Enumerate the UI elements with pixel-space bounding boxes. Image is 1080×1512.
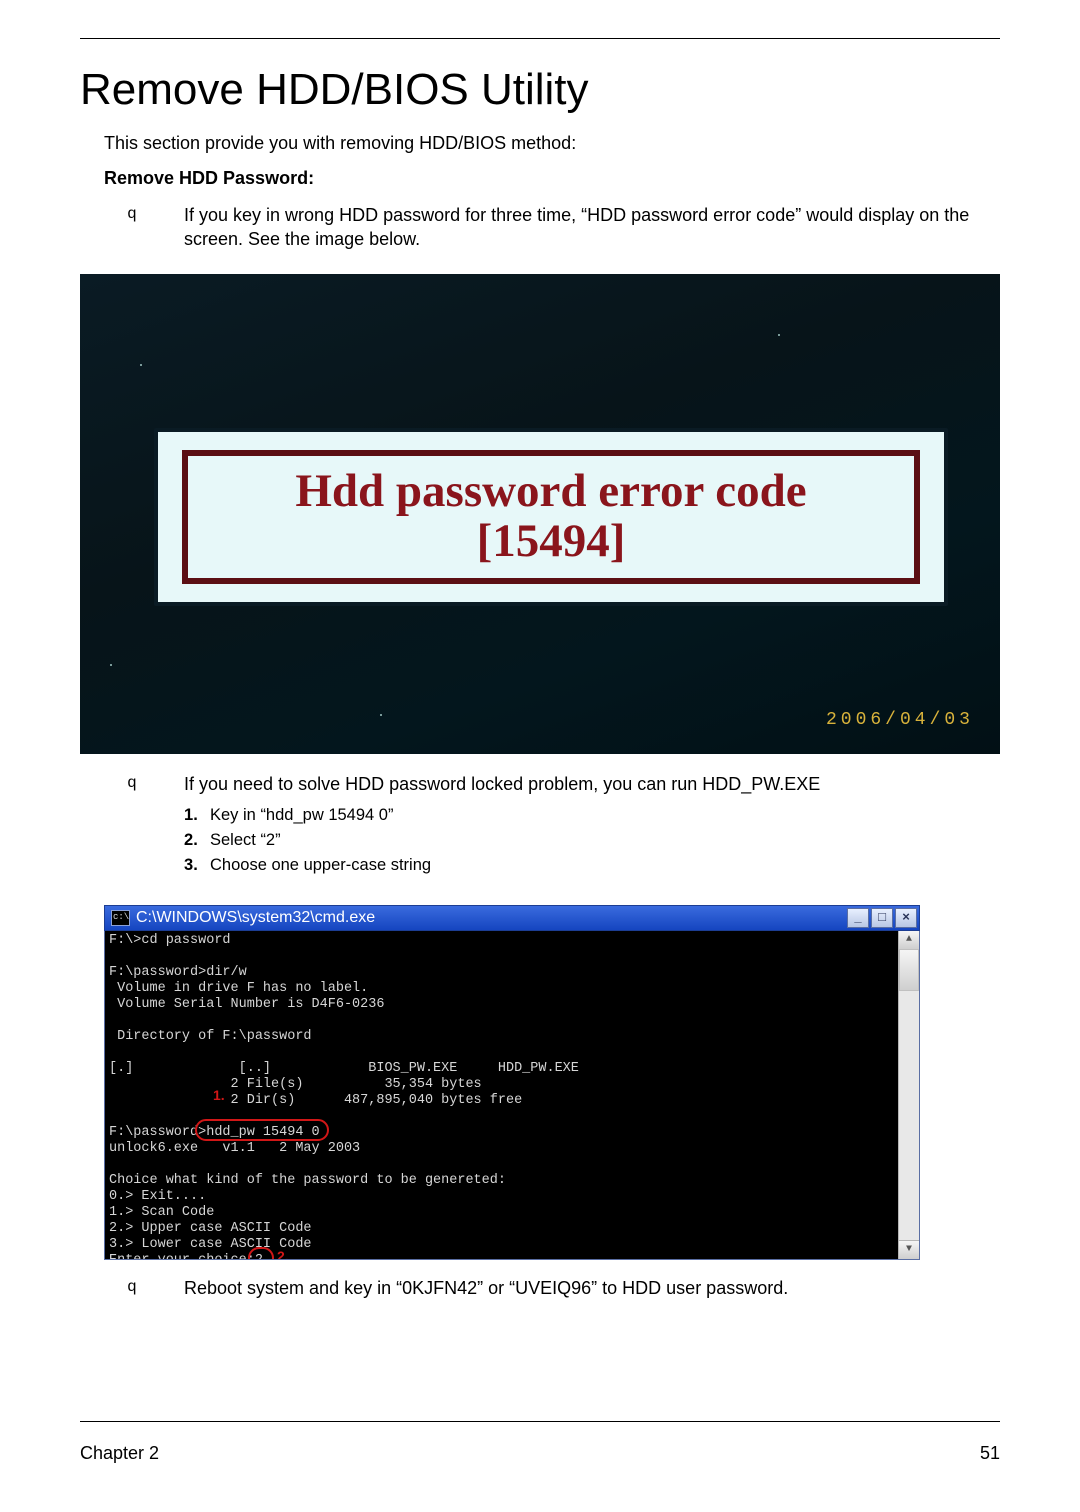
screenshot-cmd: c:\ C:\WINDOWS\system32\cmd.exe _ □ × F:… bbox=[104, 905, 920, 1260]
cmd-body: F:\>cd password F:\password>dir/w Volume… bbox=[104, 931, 920, 1260]
minimize-button[interactable]: _ bbox=[847, 908, 869, 928]
callout-ellipse-1 bbox=[195, 1119, 329, 1141]
noise-dot bbox=[380, 714, 382, 716]
section-subhead: Remove HDD Password: bbox=[104, 168, 1000, 189]
footer-chapter: Chapter 2 bbox=[80, 1443, 159, 1464]
scrollbar[interactable]: ▲ ▼ bbox=[898, 931, 919, 1259]
noise-dot bbox=[110, 664, 112, 666]
bullet-row-1: q If you key in wrong HDD password for t… bbox=[80, 203, 1000, 252]
photo-date: 2006/04/03 bbox=[826, 710, 974, 730]
bullet-text-1: If you key in wrong HDD password for thr… bbox=[184, 203, 1000, 252]
error-dialog-outer: Hdd password error code [15494] bbox=[154, 428, 948, 606]
window-title: C:\WINDOWS\system32\cmd.exe bbox=[136, 909, 845, 927]
maximize-button[interactable]: □ bbox=[871, 908, 893, 928]
error-dialog-inner: Hdd password error code [15494] bbox=[182, 450, 920, 584]
callout-num-1: 1. bbox=[213, 1087, 225, 1103]
cmd-icon: c:\ bbox=[111, 910, 130, 926]
intro-text: This section provide you with removing H… bbox=[104, 133, 1000, 154]
bullet-marker: q bbox=[80, 772, 184, 792]
noise-dot bbox=[140, 364, 142, 366]
page-footer: Chapter 2 51 bbox=[80, 1443, 1000, 1464]
bullet-marker: q bbox=[80, 1276, 184, 1296]
bullet-text-2: If you need to solve HDD password locked… bbox=[184, 772, 1000, 796]
step-list: Key in “hdd_pw 15494 0” Select “2” Choos… bbox=[80, 806, 1000, 875]
scroll-down-arrow[interactable]: ▼ bbox=[899, 1240, 919, 1259]
close-button[interactable]: × bbox=[895, 908, 917, 928]
noise-dot bbox=[778, 334, 780, 336]
bottom-rule bbox=[80, 1421, 1000, 1422]
error-line-1: Hdd password error code bbox=[295, 467, 806, 516]
step-item-3: Choose one upper-case string bbox=[184, 856, 1000, 875]
bullet-text-3: Reboot system and key in “0KJFN42” or “U… bbox=[184, 1276, 1000, 1300]
cmd-output: F:\>cd password F:\password>dir/w Volume… bbox=[105, 931, 898, 1259]
callout-ellipse-2 bbox=[248, 1247, 274, 1259]
step-item-1: Key in “hdd_pw 15494 0” bbox=[184, 806, 1000, 825]
bullet-row-3: q Reboot system and key in “0KJFN42” or … bbox=[80, 1276, 1000, 1300]
top-rule bbox=[80, 38, 1000, 39]
error-line-2: [15494] bbox=[477, 517, 626, 566]
footer-page-number: 51 bbox=[980, 1443, 1000, 1464]
page-title: Remove HDD/BIOS Utility bbox=[80, 65, 1000, 115]
scroll-up-arrow[interactable]: ▲ bbox=[899, 931, 919, 950]
bullet-row-2: q If you need to solve HDD password lock… bbox=[80, 772, 1000, 796]
callout-num-2: 2. bbox=[277, 1248, 289, 1259]
cmd-titlebar: c:\ C:\WINDOWS\system32\cmd.exe _ □ × bbox=[104, 905, 920, 931]
document-page: Remove HDD/BIOS Utility This section pro… bbox=[0, 0, 1080, 1512]
step-item-2: Select “2” bbox=[184, 831, 1000, 850]
screenshot-hdd-error: Hdd password error code [15494] 2006/04/… bbox=[80, 274, 1000, 754]
scroll-thumb[interactable] bbox=[899, 949, 919, 991]
bullet-marker: q bbox=[80, 203, 184, 223]
